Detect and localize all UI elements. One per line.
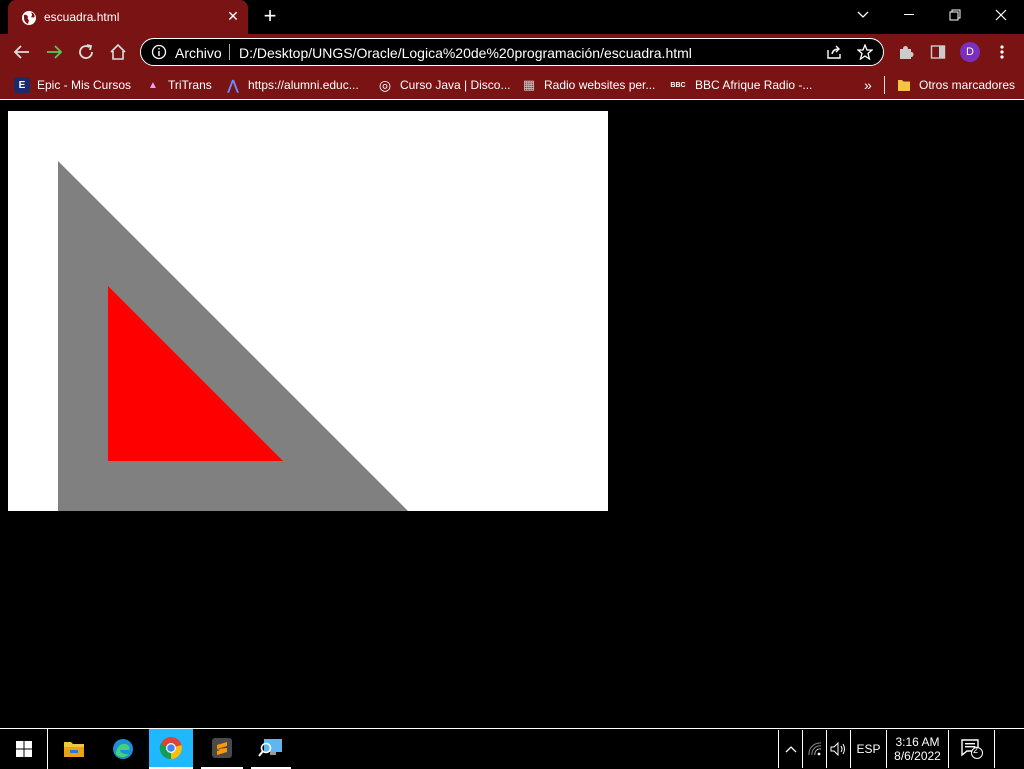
drawing-canvas [8,111,608,511]
minimize-icon[interactable] [886,0,932,30]
page-viewport [0,101,1024,728]
clock[interactable]: 3:16 AM 8/6/2022 [886,730,948,768]
sublime-text-icon[interactable] [201,729,243,769]
new-tab-button[interactable]: + [258,5,282,28]
home-icon[interactable] [106,40,130,64]
clock-date: 8/6/2022 [894,749,941,763]
notification-count: 2 [973,745,979,755]
taskbar: ESP 3:16 AM 8/6/2022 2 [0,728,1024,769]
bookmark-label: BBC Afrique Radio -... [695,78,813,92]
folder-icon [896,77,912,93]
profile-avatar[interactable]: D [960,42,980,62]
bookmark-curso-java[interactable]: ◎ Curso Java | Disco... [377,76,511,94]
set-square-drawing [8,111,608,511]
restore-icon[interactable] [932,0,978,30]
tab-close-icon[interactable]: ✕ [224,7,242,25]
language-indicator[interactable]: ESP [850,730,886,768]
bookmark-label: Radio websites per... [544,78,656,92]
show-hidden-icons-chevron-icon[interactable] [778,730,802,768]
tab-title: escuadra.html [44,10,120,24]
bookmark-label: TriTrans [168,78,212,92]
side-panel-icon[interactable] [926,40,950,64]
edge-icon[interactable] [99,729,147,769]
bookmark-label: https://alumni.educ... [248,78,359,92]
navigation-toolbar: Archivo D:/Desktop/UNGS/Oracle/Logica%20… [0,34,1024,70]
radio-icon: ▦ [522,77,536,92]
close-window-icon[interactable] [978,0,1024,30]
bbc-icon: BBC [670,81,686,89]
show-desktop-button[interactable] [994,730,1024,768]
tab-escuadra[interactable]: escuadra.html ✕ [8,0,248,34]
forward-icon[interactable] [42,40,66,64]
menu-kebab-icon[interactable] [990,40,1014,64]
volume-icon[interactable] [826,730,850,768]
bookmarks-bar: E Epic - Mis Cursos ▲ TriTrans ⋀ https:/… [0,70,1024,100]
alumni-icon: ⋀ [227,76,239,93]
site-chip[interactable]: Archivo [175,45,222,61]
epic-icon: E [14,77,30,93]
bookmark-label: Epic - Mis Cursos [37,78,132,92]
bookmark-label: Otros marcadores [919,78,1016,92]
file-explorer-icon[interactable] [50,729,98,769]
bookmark-tritrans[interactable]: ▲ TriTrans [145,76,212,94]
bookmark-bbc-afrique[interactable]: BBC BBC Afrique Radio -... [668,76,812,94]
address-bar[interactable]: Archivo D:/Desktop/UNGS/Oracle/Logica%20… [140,38,884,66]
info-icon[interactable] [151,44,167,60]
extensions-puzzle-icon[interactable] [894,40,918,64]
discord-icon: ◎ [378,76,392,93]
tritrans-icon: ▲ [148,79,158,91]
back-icon[interactable] [10,40,34,64]
tab-search-icon[interactable] [840,0,886,30]
globe-icon [21,10,37,26]
bookmark-alumni[interactable]: ⋀ https://alumni.educ... [225,76,359,94]
bookmarks-overflow-chevron-icon[interactable]: » [864,76,872,94]
browser-window: escuadra.html ✕ + Archivo D:/Desktop/UNG… [0,0,1024,728]
bookmark-epic[interactable]: E Epic - Mis Cursos [14,76,131,94]
share-icon[interactable] [825,44,843,65]
address-separator [229,44,230,60]
tab-strip: escuadra.html ✕ + [0,0,1024,34]
remote-desktop-icon[interactable] [251,729,291,769]
bookmark-otros-marcadores[interactable]: Otros marcadores [896,76,1015,94]
bookmark-label: Curso Java | Disco... [400,78,511,92]
bookmarks-divider [884,76,885,94]
chrome-icon[interactable] [149,729,193,769]
start-windows-icon[interactable] [0,729,48,769]
notifications-icon[interactable]: 2 [948,730,994,768]
url-text[interactable]: D:/Desktop/UNGS/Oracle/Logica%20de%20pro… [239,45,692,61]
reload-icon[interactable] [74,40,98,64]
clock-time: 3:16 AM [895,735,940,749]
bookmark-radio-websites[interactable]: ▦ Radio websites per... [521,76,656,94]
star-bookmark-icon[interactable] [856,43,874,65]
wifi-icon[interactable] [802,730,826,768]
